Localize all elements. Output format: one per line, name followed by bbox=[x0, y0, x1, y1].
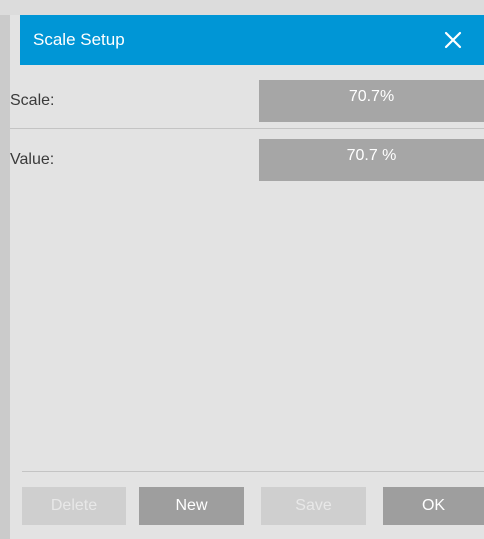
value-field[interactable]: 70.7 % bbox=[259, 139, 484, 181]
dialog-title: Scale Setup bbox=[33, 30, 125, 49]
scale-row: Scale: 70.7% bbox=[10, 80, 484, 122]
ok-button[interactable]: OK bbox=[383, 487, 484, 525]
value-label: Value: bbox=[10, 151, 55, 168]
footer-divider bbox=[22, 471, 484, 472]
row-divider bbox=[10, 128, 484, 129]
value-row: Value: 70.7 % bbox=[10, 139, 484, 181]
scale-setup-dialog: Scale Setup Scale: 70.7% Value: 70.7 % D… bbox=[10, 15, 484, 539]
window-top-margin bbox=[0, 0, 484, 15]
new-button[interactable]: New bbox=[139, 487, 244, 525]
delete-button[interactable]: Delete bbox=[22, 487, 126, 525]
window-edge bbox=[0, 0, 10, 539]
close-icon[interactable] bbox=[438, 25, 468, 55]
scale-value-field[interactable]: 70.7% bbox=[259, 80, 484, 122]
scale-label: Scale: bbox=[10, 92, 55, 109]
dialog-titlebar: Scale Setup bbox=[20, 15, 484, 65]
save-button[interactable]: Save bbox=[261, 487, 366, 525]
